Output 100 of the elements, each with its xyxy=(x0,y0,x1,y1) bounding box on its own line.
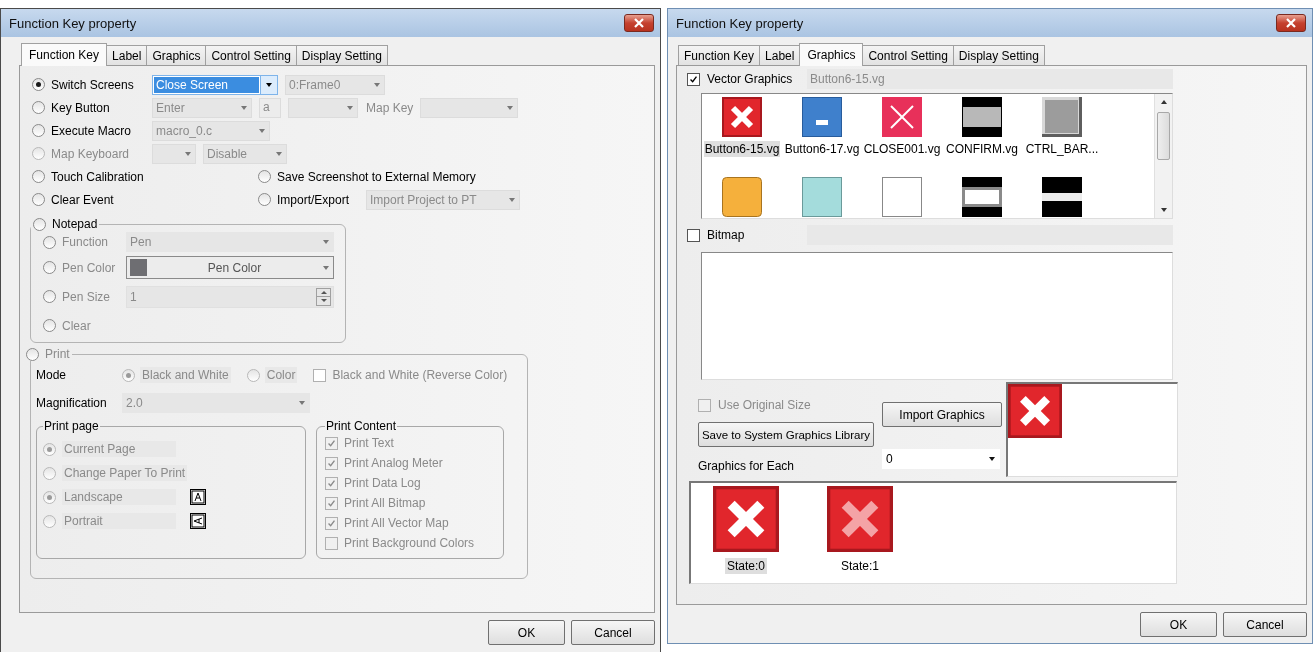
bar-thumbnail-icon[interactable] xyxy=(1042,177,1082,217)
page-orientation-icon[interactable] xyxy=(190,489,206,505)
checkbox-label: Print Background Colors xyxy=(344,536,475,550)
checkbox[interactable] xyxy=(687,228,700,242)
caret-icon xyxy=(374,82,380,87)
checkbox[interactable] xyxy=(325,456,338,470)
radio-label: Map Keyboard xyxy=(51,146,130,161)
graphic-name[interactable]: CONFIRM.vg xyxy=(945,141,1019,157)
bar-thumbnail-icon[interactable] xyxy=(962,97,1002,137)
tab[interactable]: Control Setting xyxy=(205,45,297,65)
spin-arrows-icon xyxy=(316,287,331,306)
radio-label: Key Button xyxy=(51,100,110,115)
save-button[interactable]: Save to System Graphics Library xyxy=(698,422,874,447)
graphic-name[interactable]: CTRL_BAR... xyxy=(1024,141,1100,157)
radio-label: Function xyxy=(62,235,109,249)
radio-label: Print xyxy=(45,347,70,361)
tab[interactable]: Graphics xyxy=(799,43,864,66)
checkbox-label: Bitmap xyxy=(707,228,746,242)
radio-button[interactable] xyxy=(32,124,45,137)
radio-button[interactable] xyxy=(32,170,45,183)
radio-button[interactable] xyxy=(246,368,260,382)
import-button[interactable]: Import Graphics xyxy=(882,402,1002,427)
x-mark-icon[interactable] xyxy=(713,486,779,552)
graphic-name[interactable]: CLOSE001.vg xyxy=(862,141,942,157)
caret-icon xyxy=(507,105,514,110)
tab[interactable]: Display Setting xyxy=(952,45,1045,65)
checkbox-label: Use Original Size xyxy=(718,398,811,412)
checkbox-label: Vector Graphics xyxy=(707,72,794,86)
page-orientation-icon[interactable] xyxy=(190,513,206,529)
tab[interactable]: Label xyxy=(759,45,801,65)
minus-icon[interactable] xyxy=(802,97,842,137)
state-label[interactable]: State:1 xyxy=(839,558,881,574)
ok-button[interactable]: OK xyxy=(488,620,565,645)
state-label[interactable]: State:0 xyxy=(725,558,767,574)
square-thumbnail-icon[interactable] xyxy=(722,177,762,217)
field-label: Graphics for Each xyxy=(698,459,796,473)
caret-icon xyxy=(266,82,272,87)
cancel-button[interactable]: Cancel xyxy=(1223,612,1307,637)
radio-button[interactable] xyxy=(43,235,56,249)
graphic-name[interactable]: Button6-15.vg xyxy=(703,141,781,157)
radio-button[interactable] xyxy=(43,442,56,456)
radio-button[interactable] xyxy=(43,290,56,303)
window-title: Function Key property xyxy=(9,15,137,31)
radio-button[interactable] xyxy=(43,466,56,480)
dropdown[interactable]: 0 xyxy=(882,449,1000,469)
checkbox[interactable] xyxy=(325,536,338,550)
radio-button[interactable] xyxy=(43,319,56,332)
radio-label: Execute Macro xyxy=(51,123,132,138)
tab[interactable]: Graphics xyxy=(146,45,207,65)
radio-label: Current Page xyxy=(62,441,176,457)
cancel-button[interactable]: Cancel xyxy=(571,620,655,645)
close-button[interactable] xyxy=(624,14,654,32)
checkbox[interactable] xyxy=(325,476,338,490)
close-icon xyxy=(634,18,644,28)
radio-button[interactable] xyxy=(33,217,46,231)
radio-button[interactable] xyxy=(43,261,56,274)
x-mark-icon[interactable] xyxy=(882,97,922,137)
radio-button[interactable] xyxy=(122,368,135,382)
close-button[interactable] xyxy=(1276,14,1306,32)
checkbox[interactable] xyxy=(687,72,700,86)
bar-thumbnail-icon[interactable] xyxy=(962,177,1002,217)
checkbox-label: Print All Bitmap xyxy=(344,496,426,510)
radio-button[interactable] xyxy=(43,514,56,528)
square-thumbnail-icon[interactable] xyxy=(1042,97,1082,137)
square-thumbnail-icon[interactable] xyxy=(802,177,842,217)
radio-button[interactable] xyxy=(26,347,39,361)
checkbox-label: Black and White (Reverse Color) xyxy=(332,368,508,382)
graphic-name[interactable]: Button6-17.vg xyxy=(783,141,861,157)
tab[interactable]: Label xyxy=(106,45,148,65)
radio-label: Touch Calibration xyxy=(51,169,144,184)
radio-button[interactable] xyxy=(258,193,271,206)
x-mark-icon[interactable] xyxy=(722,97,762,137)
checkbox[interactable] xyxy=(325,436,338,450)
close-icon xyxy=(1286,18,1296,28)
tab[interactable]: Function Key xyxy=(21,43,108,66)
square-thumbnail-icon[interactable] xyxy=(882,177,922,217)
radio-label: Pen Color xyxy=(62,260,116,275)
tab[interactable]: Display Setting xyxy=(295,45,388,65)
caret-icon xyxy=(241,105,247,110)
radio-button[interactable] xyxy=(32,193,45,206)
radio-button[interactable] xyxy=(32,78,45,91)
ok-button[interactable]: OK xyxy=(1140,612,1217,637)
radio-label: Color xyxy=(264,367,298,383)
field-label: Map Key xyxy=(366,100,414,115)
checkbox[interactable] xyxy=(325,516,338,530)
checkbox-label: Print All Vector Map xyxy=(344,516,449,530)
radio-label: Portrait xyxy=(62,513,176,529)
caret-icon xyxy=(185,151,191,156)
radio-button[interactable] xyxy=(32,101,45,114)
x-mark-icon[interactable] xyxy=(827,486,893,552)
caret-icon xyxy=(323,265,329,270)
radio-button[interactable] xyxy=(258,170,271,183)
checkbox[interactable] xyxy=(313,368,327,382)
checkbox[interactable] xyxy=(325,496,338,510)
tab[interactable]: Control Setting xyxy=(862,45,954,65)
scrollbar[interactable] xyxy=(1154,94,1172,218)
radio-label: Clear xyxy=(62,318,91,333)
tab[interactable]: Function Key xyxy=(678,45,761,65)
radio-button[interactable] xyxy=(43,490,56,504)
color-dropdown[interactable]: Pen Color xyxy=(126,256,334,279)
